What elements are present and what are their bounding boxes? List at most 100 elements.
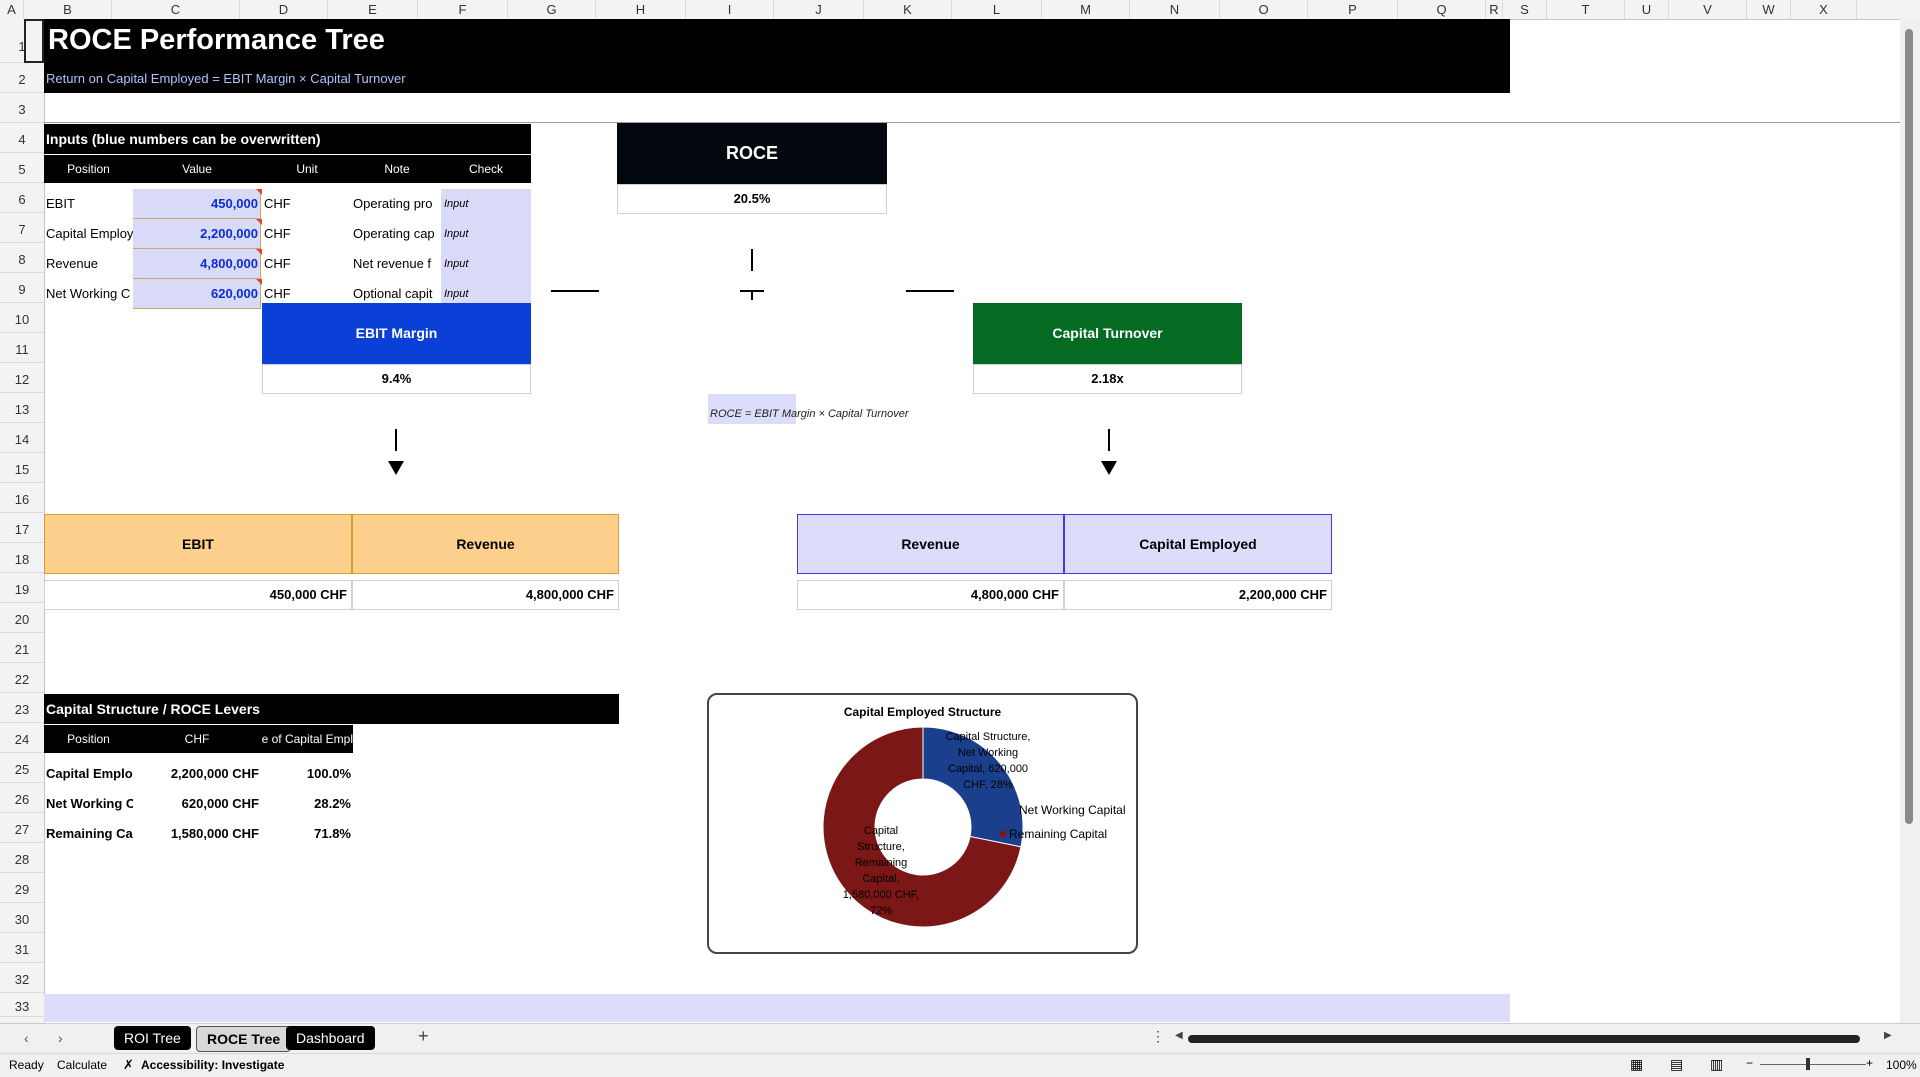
row-header[interactable]: 8: [0, 243, 44, 273]
column-header[interactable]: L: [952, 0, 1042, 19]
vertical-scroll-thumb[interactable]: [1905, 29, 1913, 824]
column-header[interactable]: I: [686, 0, 774, 19]
input-check: Input: [441, 189, 531, 219]
column-header[interactable]: T: [1547, 0, 1625, 19]
capstruct-header-chf: CHF: [133, 725, 261, 753]
row-header[interactable]: 11: [0, 333, 44, 363]
row-header[interactable]: 9: [0, 273, 44, 303]
right-branch-capital-employed: Capital Employed: [1064, 514, 1332, 574]
row-header[interactable]: 19: [0, 573, 44, 603]
column-header[interactable]: M: [1042, 0, 1130, 19]
column-header[interactable]: R: [1486, 0, 1503, 19]
column-header[interactable]: J: [774, 0, 864, 19]
page-layout-icon[interactable]: ▤: [1670, 1056, 1683, 1073]
row-header[interactable]: 28: [0, 843, 44, 873]
row-header[interactable]: 10: [0, 303, 44, 333]
column-header[interactable]: A: [0, 0, 24, 19]
tab-roce-tree[interactable]: ROCE Tree: [196, 1026, 292, 1052]
selected-cell[interactable]: [24, 19, 44, 63]
row-header[interactable]: 33: [0, 993, 44, 1017]
row-header[interactable]: 29: [0, 873, 44, 903]
input-position: Capital Employ: [46, 226, 133, 241]
column-header[interactable]: C: [112, 0, 240, 19]
column-header[interactable]: E: [328, 0, 418, 19]
row-header[interactable]: 6: [0, 183, 44, 213]
input-value[interactable]: 2,200,000: [133, 219, 261, 249]
ebit-margin-label: EBIT Margin: [262, 303, 531, 364]
column-header[interactable]: N: [1130, 0, 1220, 19]
zoom-in-icon[interactable]: +: [1866, 1056, 1873, 1070]
column-header[interactable]: U: [1625, 0, 1669, 19]
row-header[interactable]: 17: [0, 513, 44, 543]
comment-marker: [256, 219, 262, 225]
row-header[interactable]: 23: [0, 693, 44, 723]
row-header[interactable]: 3: [0, 93, 44, 123]
zoom-out-icon[interactable]: −: [1746, 1056, 1753, 1070]
hscroll-right-icon[interactable]: ▶: [1884, 1030, 1892, 1041]
row-header[interactable]: 27: [0, 813, 44, 843]
column-header[interactable]: H: [596, 0, 686, 19]
capstruct-position: Remaining Cap: [46, 826, 133, 841]
column-header[interactable]: O: [1220, 0, 1308, 19]
column-header[interactable]: X: [1791, 0, 1857, 19]
capstruct-header-position: Position: [44, 725, 133, 753]
column-header[interactable]: F: [418, 0, 508, 19]
hscroll-left-icon[interactable]: ◀: [1175, 1030, 1183, 1041]
row-header[interactable]: 16: [0, 483, 44, 513]
column-header[interactable]: S: [1503, 0, 1547, 19]
column-header[interactable]: Q: [1398, 0, 1486, 19]
row-header[interactable]: 13: [0, 393, 44, 423]
input-unit: CHF: [264, 256, 291, 271]
input-position: EBIT: [46, 196, 75, 211]
row-header[interactable]: 32: [0, 963, 44, 993]
right-branch-revenue-value: 4,800,000 CHF: [797, 580, 1064, 610]
row-header[interactable]: 5: [0, 153, 44, 183]
row-header[interactable]: 21: [0, 633, 44, 663]
row-header[interactable]: 20: [0, 603, 44, 633]
column-header[interactable]: G: [508, 0, 596, 19]
row-header[interactable]: 7: [0, 213, 44, 243]
row-header[interactable]: 30: [0, 903, 44, 933]
tab-scroll-right-icon[interactable]: ›: [58, 1030, 63, 1046]
right-branch-revenue: Revenue: [797, 514, 1064, 574]
input-value[interactable]: 620,000: [133, 279, 261, 309]
tab-roi-tree[interactable]: ROI Tree: [114, 1026, 191, 1050]
row-header[interactable]: 24: [0, 723, 44, 753]
input-value[interactable]: 4,800,000: [133, 249, 261, 279]
row-header[interactable]: 25: [0, 753, 44, 783]
row-header[interactable]: 12: [0, 363, 44, 393]
column-header-bar: ABCDEFGHIJKLMNOPQRSTUVWX: [0, 0, 1920, 20]
row-header[interactable]: 14: [0, 423, 44, 453]
vertical-scrollbar[interactable]: [1900, 19, 1920, 1023]
row-header[interactable]: 22: [0, 663, 44, 693]
column-header[interactable]: P: [1308, 0, 1398, 19]
more-options-icon[interactable]: ⋮: [1151, 1028, 1165, 1045]
column-header[interactable]: W: [1747, 0, 1791, 19]
column-header[interactable]: K: [864, 0, 952, 19]
add-sheet-button[interactable]: +: [418, 1026, 429, 1047]
column-header[interactable]: V: [1669, 0, 1747, 19]
input-value[interactable]: 450,000: [133, 189, 261, 219]
row-header[interactable]: 26: [0, 783, 44, 813]
formula-text: ROCE = EBIT Margin × Capital Turnover: [710, 408, 909, 420]
row-header[interactable]: 18: [0, 543, 44, 573]
accessibility-icon: ✗: [123, 1057, 134, 1072]
donut-chart[interactable]: Capital Employed Structure Capital Struc…: [707, 693, 1138, 954]
row-header[interactable]: 31: [0, 933, 44, 963]
row-header[interactable]: 4: [0, 123, 44, 153]
column-header[interactable]: B: [24, 0, 112, 19]
capstruct-pct: 71.8%: [314, 826, 351, 841]
row-header[interactable]: 2: [0, 63, 44, 93]
zoom-slider-thumb[interactable]: [1806, 1058, 1810, 1070]
status-bar: Ready Calculate ✗ Accessibility: Investi…: [0, 1053, 1920, 1077]
tab-scroll-left-icon[interactable]: ‹: [24, 1030, 29, 1046]
row-header[interactable]: 15: [0, 453, 44, 483]
page-break-icon[interactable]: ▥: [1710, 1056, 1723, 1073]
status-calculate[interactable]: Calculate: [57, 1058, 107, 1072]
status-accessibility[interactable]: Accessibility: Investigate: [141, 1058, 284, 1072]
tab-dashboard[interactable]: Dashboard: [286, 1026, 375, 1050]
normal-view-icon[interactable]: ▦: [1630, 1056, 1643, 1073]
zoom-slider[interactable]: [1760, 1064, 1866, 1065]
column-header[interactable]: D: [240, 0, 328, 19]
horizontal-scroll-thumb[interactable]: [1188, 1035, 1860, 1043]
